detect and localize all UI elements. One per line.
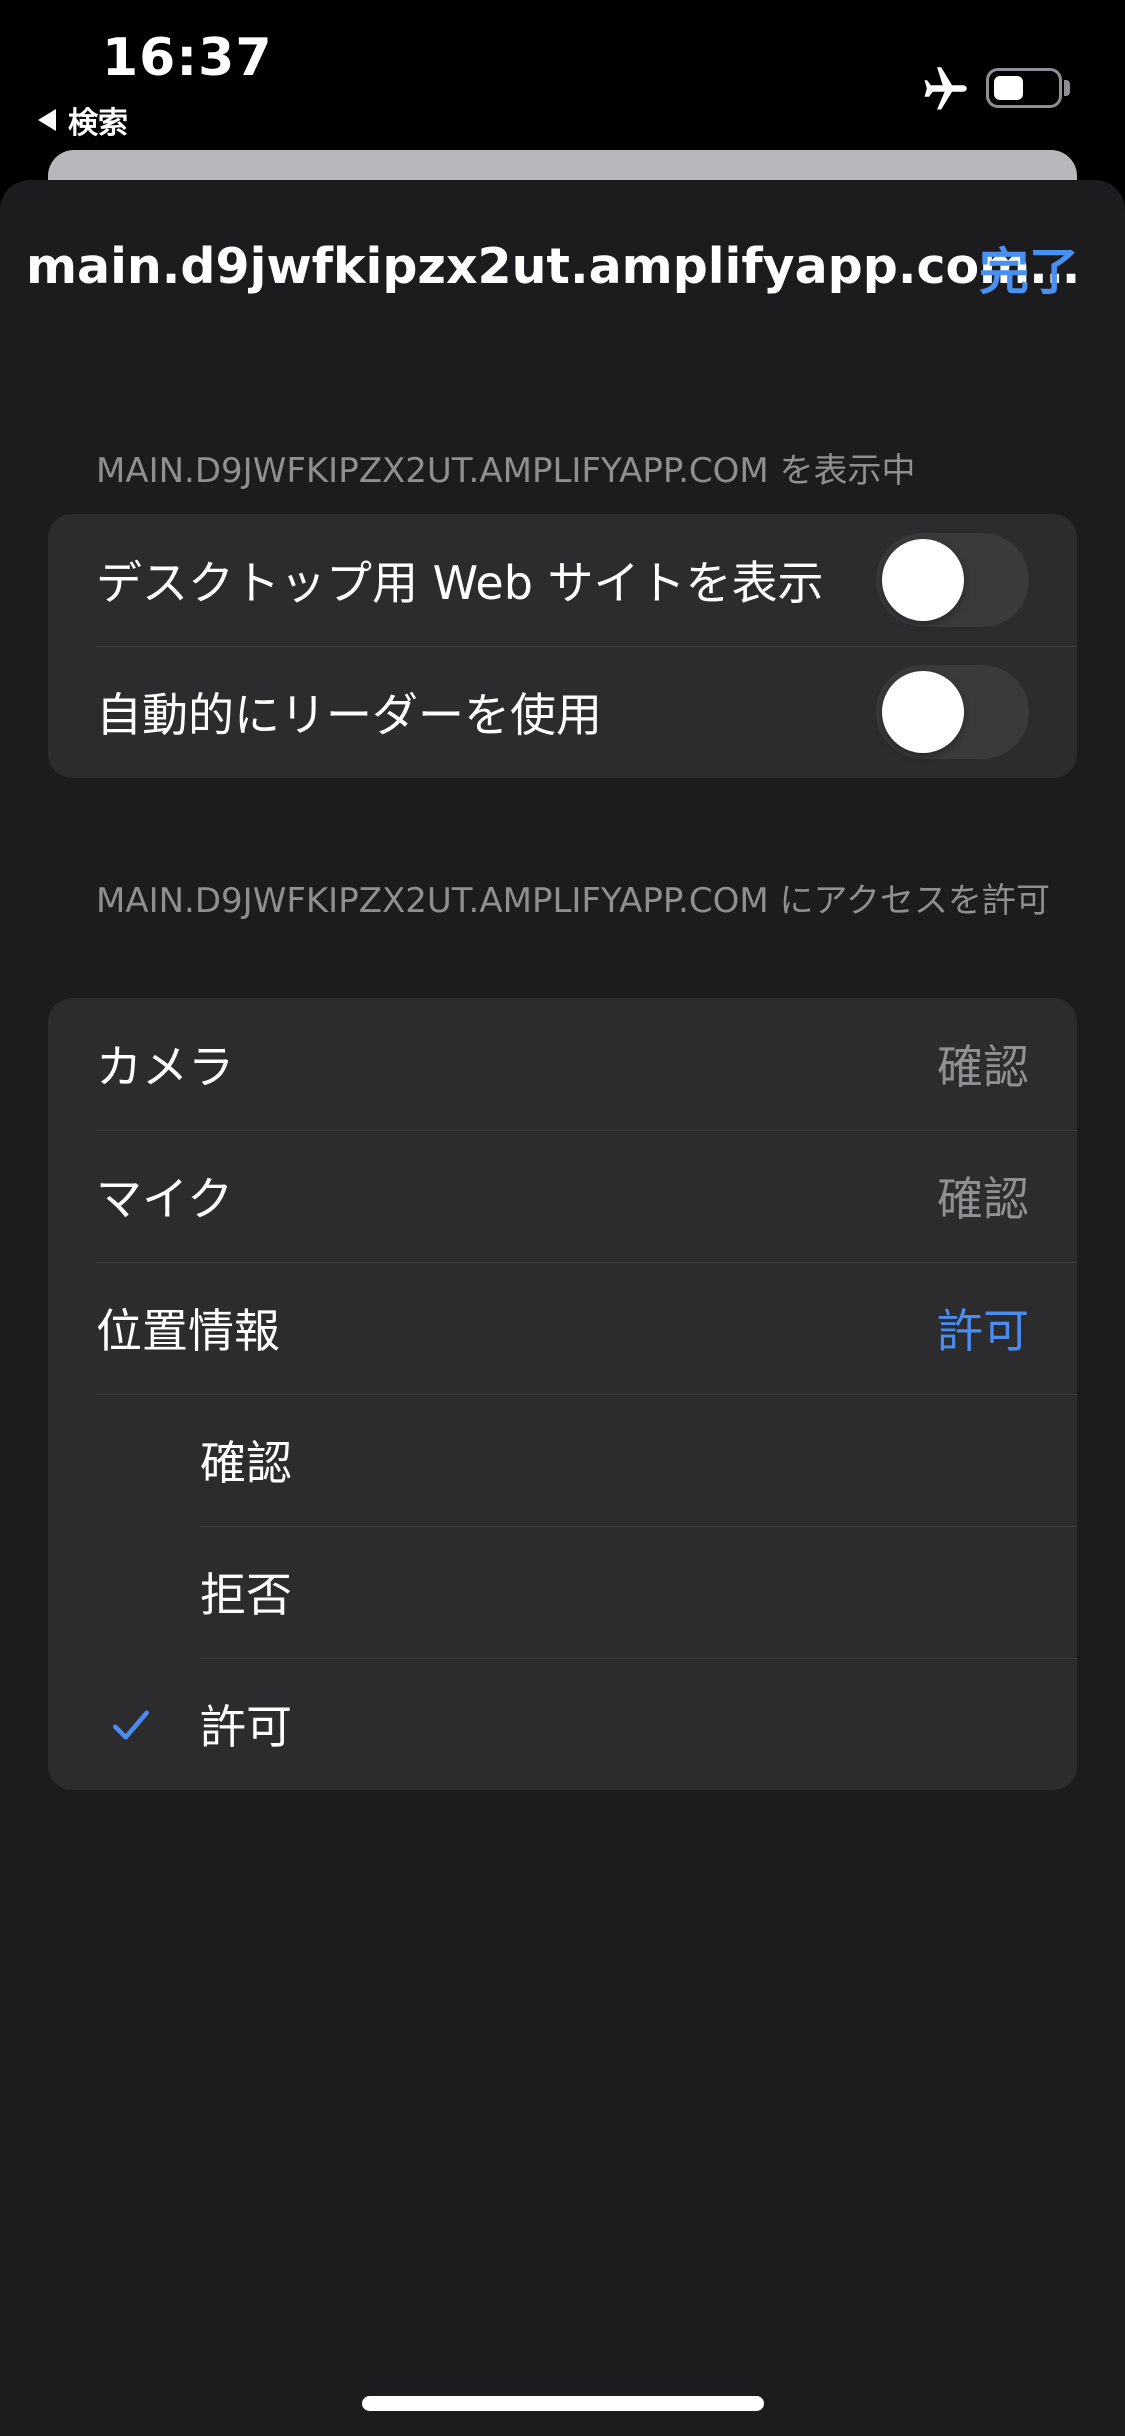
microphone-value: 確認 [937, 1172, 1029, 1226]
location-row[interactable]: 位置情報 許可 [48, 1262, 1077, 1394]
checkmark-icon [112, 1710, 150, 1740]
desktop-website-label: デスクトップ用 Web サイトを表示 [96, 556, 824, 610]
camera-row[interactable]: カメラ 確認 [48, 998, 1077, 1130]
status-time: 16:37 [102, 28, 273, 88]
location-option-allow-label: 許可 [200, 1700, 292, 1754]
microphone-label: マイク [96, 1172, 234, 1226]
auto-reader-toggle[interactable] [876, 665, 1029, 759]
location-option-allow[interactable]: 許可 [48, 1658, 1077, 1790]
back-app-label: 検索 [68, 106, 128, 141]
battery-icon [986, 68, 1062, 108]
display-section-header: MAIN.D9JWFKIPZX2UT.AMPLIFYAPP.COM を表示中 [96, 451, 916, 491]
desktop-website-toggle[interactable] [876, 533, 1029, 627]
auto-reader-label: 自動的にリーダーを使用 [96, 688, 602, 742]
back-to-app-button[interactable]: 検索 [38, 100, 128, 141]
location-option-ask-label: 確認 [200, 1436, 292, 1490]
desktop-website-row[interactable]: デスクトップ用 Web サイトを表示 [48, 514, 1077, 646]
screen: 16:37 検索 main.d9jwfkipzx2ut.amplifyapp.c… [0, 0, 1125, 2436]
location-value: 許可 [937, 1304, 1029, 1358]
location-label: 位置情報 [96, 1304, 280, 1358]
done-button[interactable]: 完了 [979, 232, 1079, 304]
access-settings-group: カメラ 確認 マイク 確認 位置情報 許可 確認 拒否 許可 [48, 998, 1077, 1790]
microphone-row[interactable]: マイク 確認 [48, 1130, 1077, 1262]
settings-sheet: main.d9jwfkipzx2ut.amplifyapp.com… 完了 MA… [0, 180, 1125, 2436]
camera-label: カメラ [96, 1040, 234, 1094]
toggle-knob [882, 671, 964, 753]
auto-reader-row[interactable]: 自動的にリーダーを使用 [48, 646, 1077, 778]
home-indicator[interactable] [362, 2396, 764, 2411]
access-section-header: MAIN.D9JWFKIPZX2UT.AMPLIFYAPP.COM にアクセスを… [96, 881, 1050, 921]
location-option-ask[interactable]: 確認 [48, 1394, 1077, 1526]
display-settings-group: デスクトップ用 Web サイトを表示 自動的にリーダーを使用 [48, 514, 1077, 778]
battery-cap [1064, 80, 1070, 96]
toggle-knob [882, 539, 964, 621]
back-triangle-icon [38, 109, 56, 131]
location-option-deny[interactable]: 拒否 [48, 1526, 1077, 1658]
battery-level [994, 76, 1023, 100]
airplane-icon [924, 67, 967, 110]
page-title: main.d9jwfkipzx2ut.amplifyapp.com… [26, 238, 1080, 295]
location-option-deny-label: 拒否 [200, 1568, 292, 1622]
camera-value: 確認 [937, 1040, 1029, 1094]
